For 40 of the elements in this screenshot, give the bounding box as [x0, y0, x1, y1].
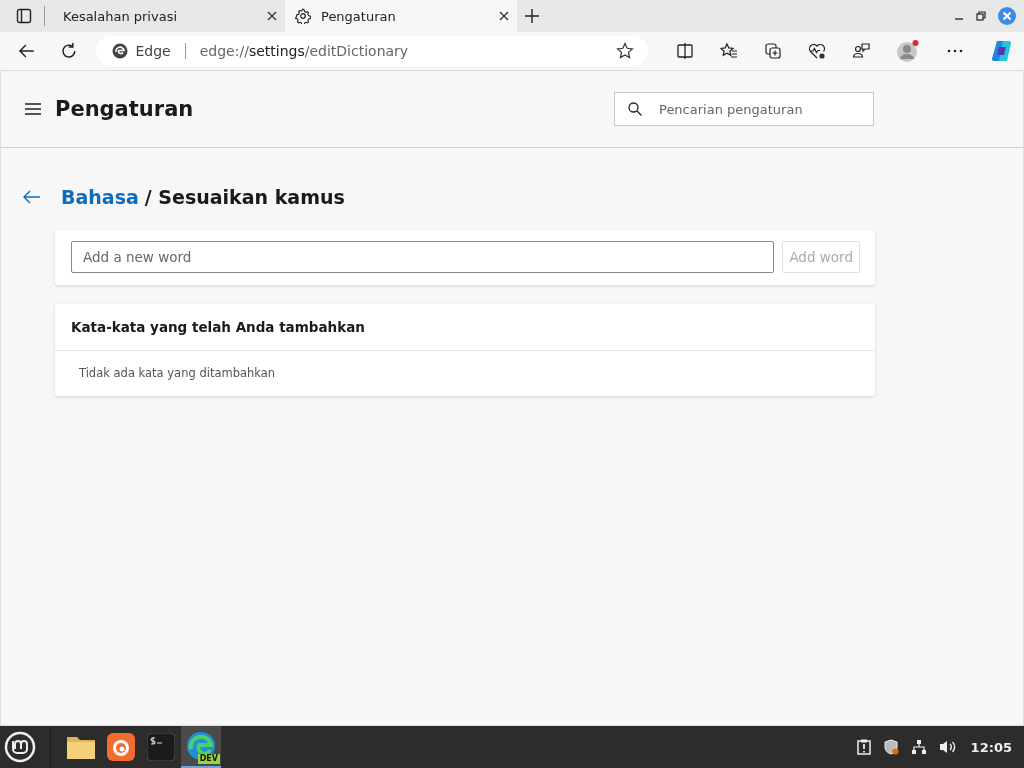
back-arrow-icon[interactable]: [23, 190, 41, 204]
split-screen-icon[interactable]: [676, 42, 694, 60]
search-field[interactable]: Pencarian pengaturan: [614, 92, 874, 126]
empty-message: Tidak ada kata yang ditambahkan: [78, 365, 277, 382]
breadcrumb-current: / Sesuaikan kamus: [144, 186, 345, 208]
heart-pulse-icon[interactable]: [808, 42, 826, 60]
site-label: Edge: [135, 43, 171, 59]
browser-tab[interactable]: Kesalahan privasi: [53, 0, 285, 32]
edge-logo-icon: [111, 43, 128, 59]
close-icon[interactable]: [267, 11, 277, 21]
people-chat-icon[interactable]: [852, 42, 870, 60]
terminal-icon[interactable]: [147, 733, 175, 761]
page-title: Pengaturan: [55, 97, 194, 121]
copilot-icon[interactable]: [990, 39, 1014, 63]
network-icon[interactable]: [910, 739, 927, 755]
dev-badge: DEV: [197, 754, 220, 764]
new-tab-icon[interactable]: [525, 9, 539, 23]
favorites-icon[interactable]: [720, 42, 738, 60]
address-bar[interactable]: Edge edge://settings/editDictionary: [95, 36, 648, 66]
url-text: edge://settings/editDictionary: [199, 43, 409, 59]
menu-icon[interactable]: [25, 103, 41, 115]
edge-app-icon[interactable]: [186, 731, 216, 761]
gear-icon: [295, 8, 311, 24]
clipboard-icon[interactable]: [856, 739, 871, 755]
refresh-icon[interactable]: [59, 42, 78, 60]
browser-tab[interactable]: Pengaturan: [285, 0, 517, 32]
star-icon[interactable]: [616, 42, 634, 60]
clock[interactable]: 12:05: [970, 739, 1012, 755]
breadcrumb-link[interactable]: Bahasa: [61, 186, 139, 208]
start-menu-icon[interactable]: [4, 731, 36, 763]
card-heading: Kata-kata yang telah Anda tambahkan: [55, 304, 875, 351]
volume-icon[interactable]: [938, 739, 957, 755]
profile-avatar-icon[interactable]: [896, 39, 920, 63]
folder-icon[interactable]: [66, 734, 96, 760]
close-icon[interactable]: [499, 11, 509, 21]
back-icon[interactable]: [18, 42, 36, 60]
tab-actions-icon[interactable]: [16, 8, 32, 24]
shield-icon[interactable]: [882, 739, 899, 755]
restore-icon[interactable]: [976, 11, 986, 21]
collections-icon[interactable]: [764, 42, 782, 60]
